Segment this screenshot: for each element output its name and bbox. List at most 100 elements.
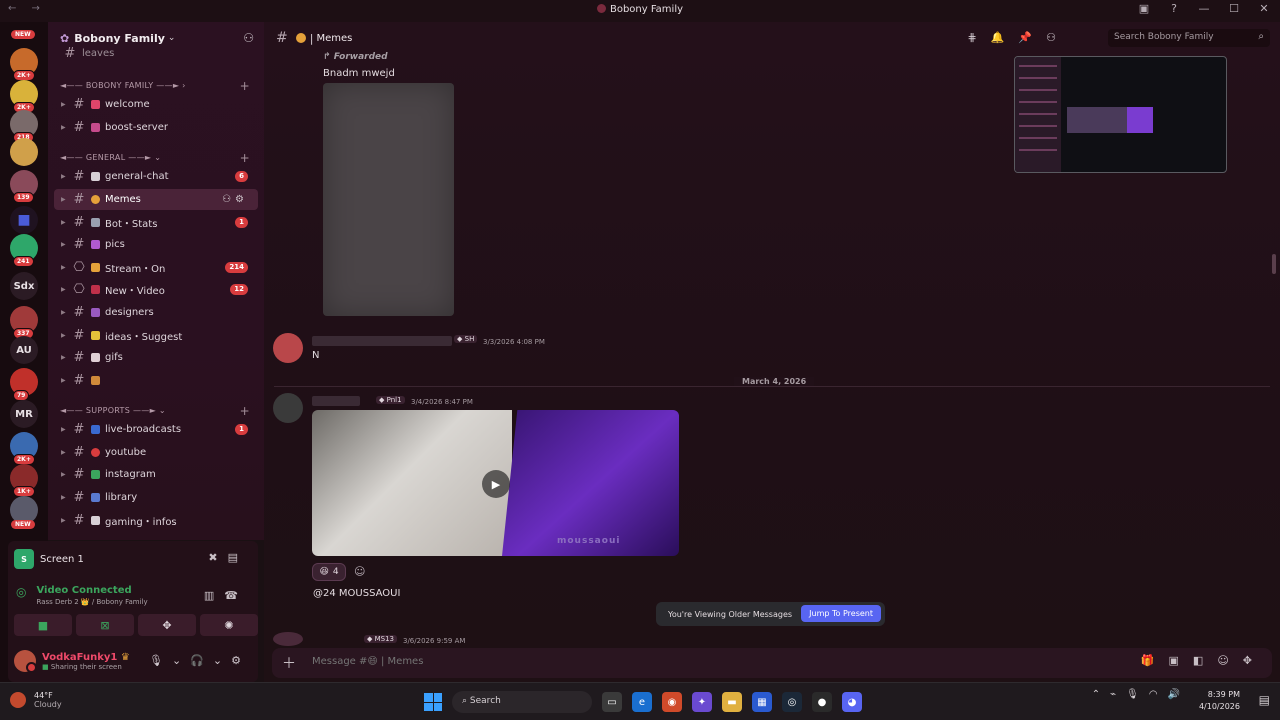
channel-gaming-infos[interactable]: ▶ # gaming・infos — [54, 510, 258, 531]
share-screen-button[interactable]: ⊠ — [76, 614, 134, 636]
server-icon-4[interactable] — [10, 138, 38, 166]
reaction-laugh[interactable]: 😆 4 — [312, 563, 346, 581]
channel-general-chat[interactable]: ▶ # general-chat 6 — [54, 166, 258, 187]
server-icon-14[interactable]: 1K+ — [10, 464, 38, 497]
channel-pics[interactable]: ▶ # pics — [54, 234, 258, 255]
category-supports[interactable]: ◄—— SUPPORTS ——► ⌄ + — [60, 404, 256, 418]
weather-widget[interactable]: 44°F Cloudy — [10, 691, 62, 709]
bell-icon[interactable]: 🔔 — [991, 31, 1019, 44]
server-icon-mr[interactable]: MR — [10, 400, 38, 428]
windows-start-icon[interactable] — [424, 693, 442, 711]
notification-icon[interactable]: ▤ — [1259, 693, 1270, 707]
jump-to-present-button[interactable]: Jump To Present — [801, 605, 881, 622]
play-icon[interactable]: ▶ — [482, 470, 510, 498]
channel-gifs[interactable]: ▶ # gifs — [54, 347, 258, 368]
task-view-icon[interactable]: ▭ — [602, 692, 622, 712]
add-channel-icon[interactable]: + — [240, 404, 250, 418]
blurred-image[interactable] — [323, 83, 454, 316]
discord-icon[interactable]: ◕ — [842, 692, 862, 712]
emoji-icon[interactable]: ☺ — [1217, 654, 1242, 667]
screen-share-preview[interactable] — [1014, 56, 1227, 173]
pin-icon[interactable]: 📌 — [1018, 31, 1046, 44]
folder-icon[interactable]: ■ — [10, 206, 38, 234]
maximize-button[interactable]: ☐ — [1226, 2, 1242, 15]
chevron-up-icon[interactable]: ⌃ — [1092, 689, 1100, 700]
channel-live-broadcasts[interactable]: ▶ # live-broadcasts 1 — [54, 419, 258, 440]
server-icon-7[interactable]: 241 — [10, 234, 38, 267]
volume-icon[interactable]: 🔊 — [1168, 689, 1180, 700]
channel-leaves[interactable]: # leaves — [54, 46, 258, 61]
avatar[interactable] — [273, 393, 303, 423]
server-icon-1[interactable]: 2K+ — [10, 48, 38, 81]
camera-button[interactable]: ■ — [14, 614, 72, 636]
file-explorer-icon[interactable]: ▬ — [722, 692, 742, 712]
chrome-icon[interactable]: ◉ — [662, 692, 682, 712]
inbox-icon[interactable]: ▣ — [1136, 2, 1152, 15]
channel-welcome[interactable]: ▶ # welcome — [54, 94, 258, 115]
system-tray[interactable]: ⌃ ⌁ 🎙 ◠ 🔊 — [1092, 689, 1180, 700]
search-input[interactable]: Search Bobony Family ⌕ — [1108, 29, 1270, 47]
network-icon[interactable]: ⌁ — [1110, 689, 1116, 700]
add-channel-icon[interactable]: + — [240, 151, 250, 165]
channel-youtube[interactable]: ▶ # youtube — [54, 442, 258, 463]
channel-stream-on[interactable]: ▶ ⎔ Stream・On 214 — [54, 257, 258, 278]
add-reaction-icon[interactable]: ☺ — [354, 565, 365, 578]
steam-icon[interactable]: ◎ — [782, 692, 802, 712]
apps-icon[interactable]: ✥ — [1243, 654, 1266, 667]
clock[interactable]: 8:39 PM 4/10/2026 — [1199, 689, 1240, 713]
copilot-icon[interactable]: ✦ — [692, 692, 712, 712]
voice-connection-status[interactable]: ◎ Video Connected Rass Derb 2 👑 / Bobony… — [16, 585, 148, 606]
scrollbar[interactable] — [1272, 254, 1276, 274]
gif-icon[interactable]: ▣ — [1169, 654, 1193, 667]
channel-instagram[interactable]: ▶ # instagram — [54, 464, 258, 485]
channel-library[interactable]: ▶ # library — [54, 487, 258, 508]
channel-settings-icons[interactable]: ⚇⚙ — [222, 194, 248, 205]
screen-share-controls[interactable]: ✖▤ — [208, 551, 248, 564]
avatar[interactable] — [14, 650, 37, 673]
video-attachment[interactable]: ▶ moussaoui — [312, 410, 679, 556]
server-icon-3[interactable]: 218 — [10, 110, 38, 143]
category-bobony-family[interactable]: ◄—— BOBONY FAMILY ——► › + — [60, 79, 256, 93]
user-name-obscured[interactable] — [312, 336, 452, 346]
screen-share-row[interactable]: S Screen 1 — [14, 549, 84, 569]
server-icon-sdx[interactable]: Sdx — [10, 272, 38, 300]
help-icon[interactable]: ? — [1166, 2, 1182, 15]
header-tools[interactable]: ⋕🔔📌⚇ — [968, 31, 1071, 44]
channel-ideas-suggest[interactable]: ▶ # ideas・Suggest — [54, 325, 258, 346]
store-icon[interactable]: ▦ — [752, 692, 772, 712]
add-attachment-icon[interactable]: ＋ — [282, 653, 296, 673]
mic-icon[interactable]: 🎙 — [149, 654, 172, 667]
gift-icon[interactable]: 🎁 — [1141, 654, 1169, 667]
activities-button[interactable]: ✥ — [138, 614, 196, 636]
avatar[interactable] — [273, 333, 303, 363]
members-icon[interactable]: ⚇ — [1046, 31, 1070, 44]
message-input[interactable] — [312, 656, 552, 667]
server-icon-11[interactable]: 79 — [10, 368, 38, 401]
channel-bot-stats[interactable]: ▶ # Bot・Stats 1 — [54, 212, 258, 233]
composer-tools[interactable]: 🎁▣◧☺✥ — [1141, 654, 1266, 667]
taskbar-search[interactable]: ⌕ Search — [452, 691, 592, 713]
server-icon-13[interactable]: 2K+ — [10, 432, 38, 465]
sticker-icon[interactable]: ◧ — [1193, 654, 1217, 667]
user-name-obscured[interactable] — [312, 396, 360, 406]
user-controls[interactable]: 🎙⌄🎧⌄⚙ — [149, 654, 250, 667]
channel-boost-server[interactable]: ▶ # boost-server — [54, 117, 258, 138]
server-icon-5[interactable]: 139 — [10, 170, 38, 203]
edge-icon[interactable]: e — [632, 692, 652, 712]
wifi-icon[interactable]: ◠ — [1149, 689, 1158, 700]
minimize-button[interactable]: — — [1196, 2, 1212, 15]
channel-designers[interactable]: ▶ # designers — [54, 302, 258, 323]
add-channel-icon[interactable]: + — [240, 79, 250, 93]
server-icon-2[interactable]: 2K+ — [10, 80, 38, 113]
avatar[interactable] — [273, 632, 303, 646]
server-icon-9[interactable]: 337 — [10, 306, 38, 339]
soundboard-button[interactable]: ✺ — [200, 614, 258, 636]
mic-icon[interactable]: 🎙 — [1126, 689, 1139, 700]
threads-icon[interactable]: ⋕ — [968, 31, 991, 44]
app-icon[interactable]: ● — [812, 692, 832, 712]
server-icon-au[interactable]: AU — [10, 336, 38, 364]
add-user-icon[interactable]: ⚇ — [243, 31, 254, 45]
voice-controls[interactable]: ▥☎ — [204, 589, 248, 602]
channel-unnamed[interactable]: ▶ # — [54, 370, 258, 391]
close-button[interactable]: ✕ — [1256, 2, 1272, 15]
